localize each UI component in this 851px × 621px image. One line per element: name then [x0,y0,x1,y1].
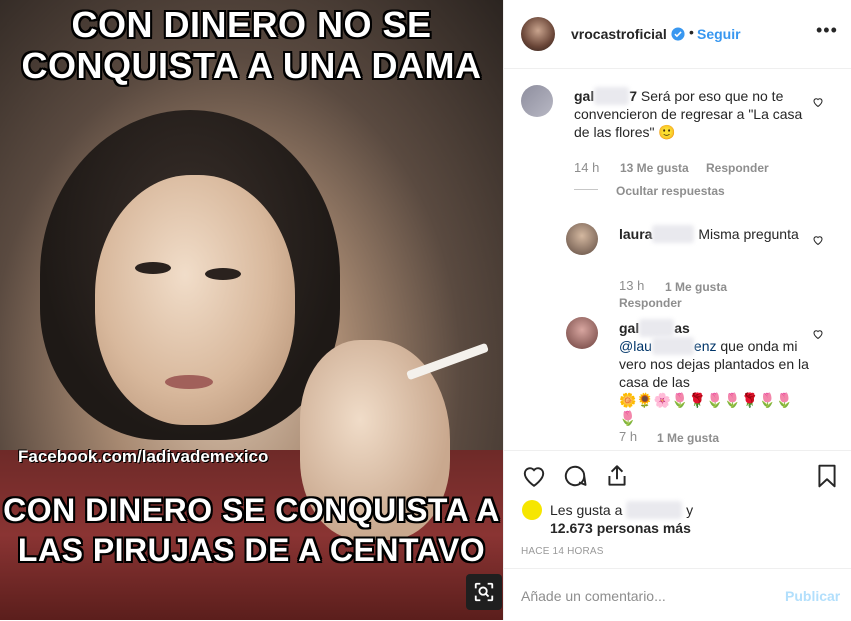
reply-text: Misma pregunta [698,226,799,242]
meme-bottom-text: CON DINERO SE CONQUISTA A LAS PIRUJAS DE… [3,492,500,568]
like-heart-icon[interactable] [521,463,547,489]
visual-search-button[interactable] [466,574,502,610]
redacted-username: xxxxx [594,87,630,105]
likes-count[interactable]: 12.673 personas más [550,520,691,536]
comment-body: galxxxxx7 Será por eso que no te convenc… [574,87,803,140]
header-separator: • [689,24,694,40]
redacted-username: xxxxxx [652,225,695,243]
redacted-username: xxxxxxxx [626,501,683,519]
redacted-username: xxxxx [639,319,675,337]
post-image[interactable]: CON DINERO NO SE CONQUISTA A UNA DAMA Fa… [0,0,503,620]
more-options-button[interactable]: ••• [816,20,838,41]
image-watermark: Facebook.com/ladivademexico [18,447,269,466]
comment-like-heart-icon[interactable] [812,96,824,108]
reply-time: 7 h [619,429,638,444]
comment-time: 14 h [574,160,600,175]
comment-likes-count[interactable]: 13 Me gusta [620,161,689,175]
reply-username[interactable]: gal [619,320,639,336]
author-username[interactable]: vrocastroficial [571,26,667,42]
reply-likes-count[interactable]: 1 Me gusta [657,431,719,445]
save-bookmark-icon[interactable] [814,463,840,489]
reply-like-heart-icon[interactable] [812,328,824,340]
add-comment-bar: Añade un comentario... Publicar [504,568,851,621]
reply-button[interactable]: Responder [619,296,682,310]
comment-input[interactable]: Añade un comentario... [521,588,666,604]
reply-avatar[interactable] [566,223,598,255]
image-left-eye-shape [135,262,171,274]
image-lips-shape [165,375,213,389]
reply-emojis: 🌼🌻🌸🌷🌹🌷🌷🌹🌷🌷🌷 [619,392,794,426]
comments-list[interactable]: galxxxxx7 Será por eso que no te convenc… [504,69,851,449]
instagram-post-modal: CON DINERO NO SE CONQUISTA A UNA DAMA Fa… [0,0,851,620]
reply-avatar[interactable] [566,317,598,349]
visual-search-icon [474,582,494,602]
reply-body: lauraxxxxxx Misma pregunta [619,225,809,243]
post-side-panel: vrocastroficial • Seguir ••• galxxxxx7 S… [503,0,851,620]
post-header: vrocastroficial • Seguir ••• [504,0,851,69]
publish-button[interactable]: Publicar [785,588,840,604]
likes-summary[interactable]: Les gusta a xxxxxxxx y 12.673 personas m… [550,501,693,537]
image-right-eye-shape [205,268,241,280]
follow-button[interactable]: Seguir [697,26,741,42]
verified-badge-icon [671,27,685,41]
post-timestamp[interactable]: HACE 14 HORAS [521,546,604,557]
comment-username[interactable]: gal [574,88,594,104]
reply-button[interactable]: Responder [706,161,769,175]
mention-link[interactable]: @lauxxxxxxenz [619,337,716,355]
hide-replies-button[interactable]: Ocultar respuestas [616,184,725,198]
post-actions: Les gusta a xxxxxxxx y 12.673 personas m… [504,450,851,581]
commenter-avatar[interactable] [521,85,553,117]
reply-time: 13 h [619,278,645,293]
reply-like-heart-icon[interactable] [812,234,824,246]
reply-username[interactable]: laura [619,226,652,242]
reply-body: galxxxxxas @lauxxxxxxenz que onda mi ver… [619,319,809,426]
replies-divider-line [574,189,598,190]
liker-avatar[interactable] [522,500,542,520]
meme-top-text: CON DINERO NO SE CONQUISTA A UNA DAMA [21,4,482,86]
author-avatar[interactable] [521,17,555,51]
comment-bubble-icon[interactable] [562,463,588,489]
share-icon[interactable] [604,463,630,489]
reply-likes-count[interactable]: 1 Me gusta [665,280,727,294]
